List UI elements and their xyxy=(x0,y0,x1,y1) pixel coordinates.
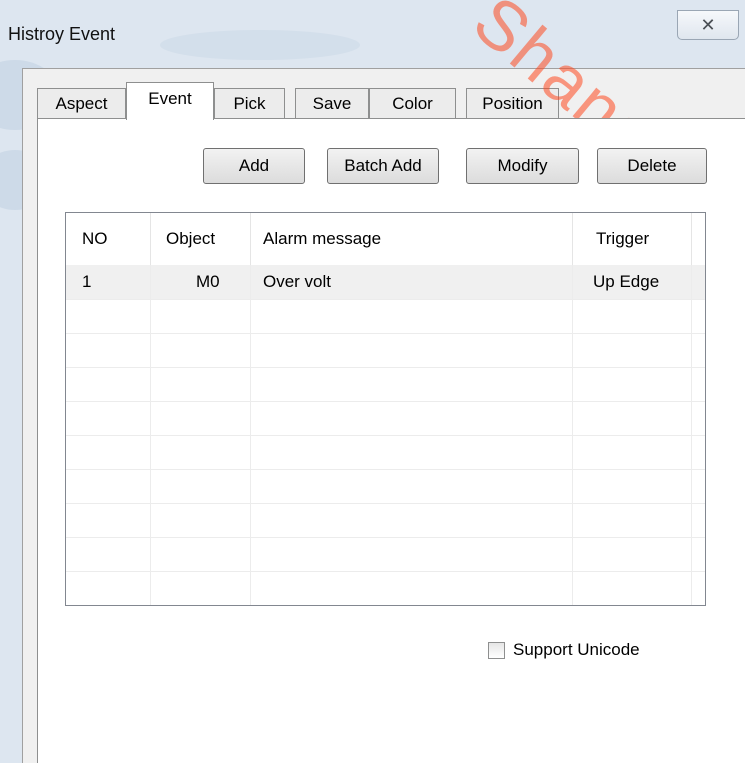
delete-button[interactable]: Delete xyxy=(597,148,707,184)
cell-object: M0 xyxy=(196,272,220,291)
table-header: NO Object Alarm message Trigger xyxy=(66,213,705,265)
grid-line xyxy=(691,265,692,605)
support-unicode-label: Support Unicode xyxy=(513,640,640,659)
add-button[interactable]: Add xyxy=(203,148,305,184)
column-divider[interactable] xyxy=(691,213,692,265)
tab-label: Aspect xyxy=(55,93,108,113)
table-row[interactable]: 1 M0 Over volt Up Edge xyxy=(66,265,705,299)
column-divider[interactable] xyxy=(572,213,573,265)
tab-label: Color xyxy=(392,93,433,113)
grid-line xyxy=(66,401,705,402)
cell-trigger: Up Edge xyxy=(593,272,660,291)
cell-alarm-message: Over volt xyxy=(263,272,332,291)
tab-label: Pick xyxy=(233,93,266,113)
grid-line xyxy=(66,503,705,504)
column-divider[interactable] xyxy=(250,213,251,265)
column-header-trigger[interactable]: Trigger xyxy=(596,213,649,265)
close-button[interactable]: ✕ xyxy=(677,10,739,40)
delete-button-label: Delete xyxy=(627,156,677,175)
tab-label: Save xyxy=(312,93,352,113)
tab-save[interactable]: Save xyxy=(295,88,369,118)
grid-line xyxy=(66,435,705,436)
add-button-label: Add xyxy=(238,156,270,175)
tab-pick[interactable]: Pick xyxy=(214,88,285,118)
grid-line xyxy=(66,333,705,334)
grid-line xyxy=(250,265,251,605)
grid-line xyxy=(66,571,705,572)
tab-event[interactable]: Event xyxy=(126,82,214,120)
column-header-object[interactable]: Object xyxy=(166,213,215,265)
modify-button[interactable]: Modify xyxy=(466,148,579,184)
column-divider[interactable] xyxy=(150,213,151,265)
batch-add-button[interactable]: Batch Add xyxy=(327,148,439,184)
event-list-table[interactable]: NO Object Alarm message Trigger 1 M0 Ove… xyxy=(65,212,706,606)
support-unicode-option[interactable]: Support Unicode xyxy=(488,640,640,660)
title-bar[interactable]: Histroy Event ✕ xyxy=(0,0,745,60)
support-unicode-checkbox[interactable] xyxy=(488,641,505,659)
column-header-no[interactable]: NO xyxy=(82,213,108,265)
grid-line xyxy=(66,367,705,368)
grid-line xyxy=(66,537,705,538)
tab-label: Position xyxy=(482,93,543,113)
column-header-alarm-message[interactable]: Alarm message xyxy=(263,213,381,265)
tab-label: Event xyxy=(148,89,192,108)
batch-add-button-label: Batch Add xyxy=(344,156,422,175)
grid-line xyxy=(572,265,573,605)
window-title: Histroy Event xyxy=(8,24,116,44)
modify-button-label: Modify xyxy=(497,156,548,175)
tab-aspect[interactable]: Aspect xyxy=(37,88,126,118)
grid-line xyxy=(66,469,705,470)
grid-line xyxy=(66,299,705,300)
cell-no: 1 xyxy=(82,272,92,291)
close-icon: ✕ xyxy=(700,14,716,35)
tab-color[interactable]: Color xyxy=(369,88,456,118)
grid-line xyxy=(150,265,151,605)
tab-position[interactable]: Position xyxy=(466,88,559,118)
history-event-dialog: Histroy Event ✕ Aspect Event Pick Save C… xyxy=(0,0,745,763)
